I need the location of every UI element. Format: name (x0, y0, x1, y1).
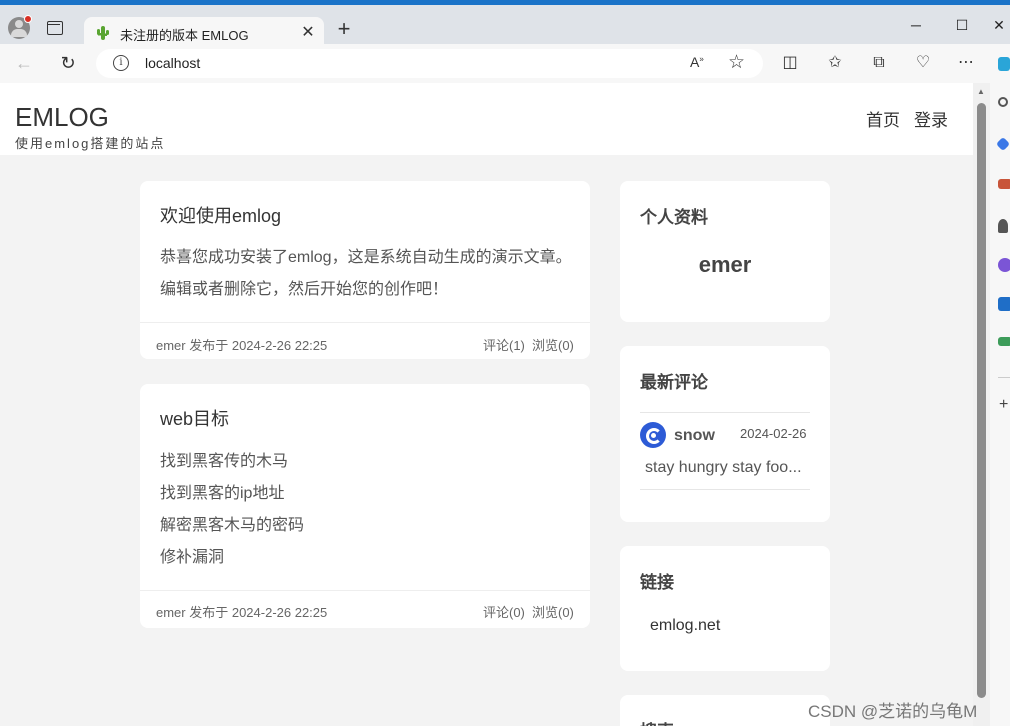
split-screen-icon[interactable]: ◫ (778, 52, 802, 76)
outlook-icon[interactable] (998, 297, 1010, 311)
refresh-icon[interactable]: ↻ (56, 52, 80, 76)
nav-home-link[interactable]: 首页 (866, 106, 900, 131)
minimize-button[interactable]: ─ (901, 13, 931, 37)
favorites-icon[interactable]: ✩ (823, 52, 847, 76)
maximize-button[interactable]: ☐ (947, 13, 977, 37)
scroll-thumb[interactable] (977, 103, 986, 698)
site-header: EMLOG 使用emlog搭建的站点 首页 登录 (0, 83, 973, 155)
post-body-line: 找到黑客传的木马 (160, 453, 289, 470)
post-card: web目标 找到黑客传的木马 找到黑客的ip地址 解密黑客木马的密码 修补漏洞 … (140, 384, 590, 628)
more-menu-icon[interactable]: ⋯ (954, 52, 978, 76)
profile-widget: 个人资料 emer (620, 181, 830, 322)
commenter-avatar (640, 422, 666, 448)
widget-title: 个人资料 (640, 208, 708, 227)
post-body-line: 解密黑客木马的密码 (160, 517, 305, 534)
url-input[interactable]: i localhost A» ☆ (96, 49, 763, 78)
shopping-icon[interactable] (995, 136, 1010, 152)
sidebar-divider (998, 377, 1010, 378)
new-tab-button[interactable]: + (333, 18, 355, 41)
links-widget: 链接 emlog.net (620, 546, 830, 671)
recent-comments-widget: 最新评论 snow 2024-02-26 stay hungry stay fo… (620, 346, 830, 522)
tools-icon[interactable] (998, 179, 1010, 189)
post-views-link[interactable]: 浏览(0) (532, 335, 574, 354)
post-card: 欢迎使用emlog 恭喜您成功安装了emlog，这是系统自动生成的演示文章。 编… (140, 181, 590, 359)
copilot-icon[interactable] (998, 57, 1010, 71)
post-meta: emer 发布于 2024-2-26 22:25 (156, 605, 328, 620)
post-title[interactable]: web目标 (160, 405, 229, 431)
tab-close-icon[interactable]: ✕ (300, 22, 316, 44)
site-info-icon[interactable]: i (113, 55, 129, 71)
favorite-star-icon[interactable]: ☆ (728, 51, 745, 74)
post-views-link[interactable]: 浏览(0) (532, 602, 574, 621)
widget-title: 搜索 (640, 717, 674, 726)
notification-dot (24, 15, 32, 23)
post-comments-link[interactable]: 评论(0) (483, 602, 525, 621)
office-icon[interactable] (998, 258, 1010, 272)
post-body-line: 恭喜您成功安装了emlog，这是系统自动生成的演示文章。 (160, 249, 572, 266)
post-body-line: 修补漏洞 (160, 549, 225, 566)
drop-icon[interactable] (998, 337, 1010, 346)
comment-date: 2024-02-26 (740, 426, 807, 441)
site-title[interactable]: EMLOG (15, 102, 109, 133)
widget-title: 链接 (640, 573, 674, 592)
address-bar-row: ← ↻ i localhost A» ☆ ◫ ✩ ⧉ ♡ ⋯ (0, 44, 1010, 83)
tab-actions-icon[interactable] (47, 21, 63, 35)
tab-bar: 未注册的版本 EMLOG ✕ + ─ ☐ ✕ (0, 5, 1010, 49)
post-body-line: 编辑或者删除它，然后开始您的创作吧！ (160, 281, 449, 298)
read-aloud-icon[interactable]: A» (690, 54, 704, 70)
search-icon[interactable] (998, 97, 1008, 107)
post-body-line: 找到黑客的ip地址 (160, 485, 285, 502)
edge-sidebar: + (990, 57, 1010, 726)
games-icon[interactable] (998, 219, 1008, 233)
add-sidebar-app-icon[interactable]: + (999, 396, 1008, 414)
scroll-up-arrow-icon[interactable]: ▲ (977, 87, 985, 96)
nav-login-link[interactable]: 登录 (914, 106, 948, 131)
comment-divider (640, 489, 810, 490)
profile-icon[interactable] (8, 15, 32, 39)
collections-icon[interactable]: ⧉ (867, 52, 891, 76)
comment-text-link[interactable]: stay hungry stay foo... (645, 459, 815, 477)
commenter-name: snow (674, 427, 715, 444)
comment-divider (640, 412, 810, 413)
browser-essentials-icon[interactable]: ♡ (911, 52, 935, 76)
close-window-button[interactable]: ✕ (988, 13, 1010, 37)
back-arrow-icon[interactable]: ← (12, 52, 36, 76)
widget-title: 最新评论 (640, 373, 708, 392)
cactus-favicon-icon (97, 26, 109, 40)
page-viewport: EMLOG 使用emlog搭建的站点 首页 登录 欢迎使用emlog 恭喜您成功… (0, 83, 973, 726)
search-widget: 搜索 (620, 695, 830, 726)
page-scrollbar[interactable]: ▲ (973, 83, 990, 726)
post-footer-divider (140, 590, 590, 591)
tab-title: 未注册的版本 EMLOG (120, 28, 249, 43)
post-title[interactable]: 欢迎使用emlog (160, 202, 281, 228)
profile-name: emer (698, 252, 752, 277)
csdn-watermark: CSDN @芝诺的乌龟M (808, 702, 978, 721)
site-subtitle: 使用emlog搭建的站点 (15, 136, 166, 151)
post-meta: emer 发布于 2024-2-26 22:25 (156, 338, 328, 353)
post-comments-link[interactable]: 评论(1) (483, 335, 525, 354)
post-footer-divider (140, 322, 590, 323)
link-item[interactable]: emlog.net (650, 617, 720, 635)
url-text: localhost (145, 55, 201, 71)
